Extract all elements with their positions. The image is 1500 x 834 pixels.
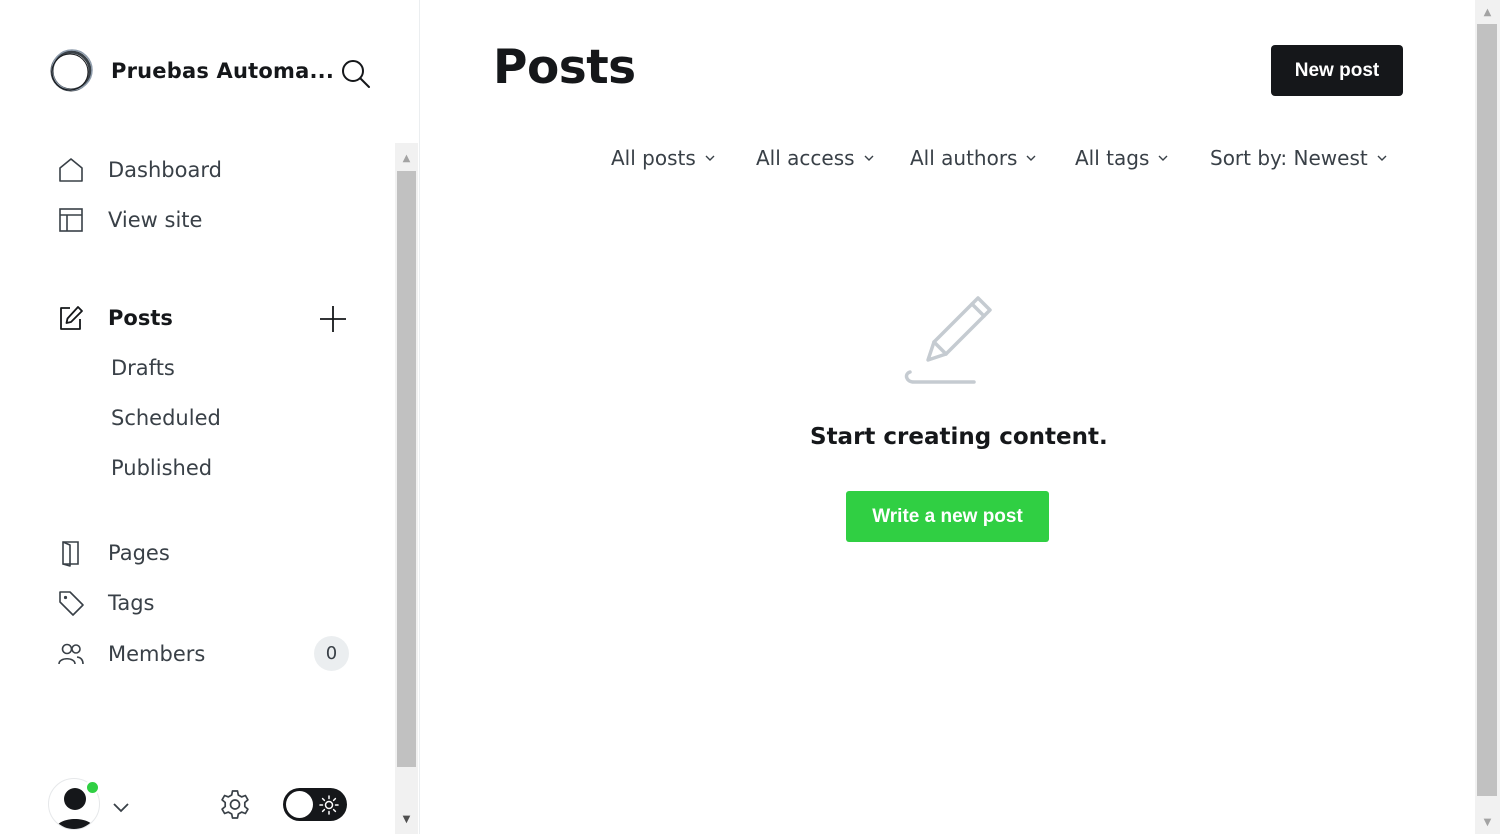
layout-icon	[56, 205, 86, 235]
members-count-badge: 0	[314, 636, 349, 671]
sidebar: Pruebas Automa... Dashboard View site Po…	[0, 0, 420, 834]
sidebar-item-label: Posts	[108, 306, 173, 330]
members-icon	[56, 639, 86, 669]
site-brand[interactable]: Pruebas Automa...	[48, 48, 334, 94]
theme-toggle[interactable]	[283, 788, 347, 821]
filter-access[interactable]: All access	[756, 144, 875, 172]
pencil-icon	[904, 296, 992, 384]
new-post-button[interactable]: New post	[1271, 45, 1403, 96]
chevron-down-icon[interactable]	[110, 796, 132, 818]
sidebar-item-label: Tags	[108, 591, 155, 615]
home-icon	[56, 155, 86, 185]
empty-state-message: Start creating content.	[810, 424, 1108, 450]
filter-label: Sort by: Newest	[1210, 146, 1368, 170]
window-scrollbar[interactable]: ▲ ▼	[1475, 0, 1500, 834]
filter-label: All posts	[611, 146, 696, 170]
sidebar-item-published[interactable]: Published	[111, 456, 212, 480]
sidebar-item-label: Members	[108, 642, 206, 666]
online-status-dot	[85, 780, 100, 795]
scroll-down-arrow-icon[interactable]: ▼	[395, 808, 418, 830]
sun-icon	[319, 795, 339, 815]
filter-label: All access	[756, 146, 855, 170]
scroll-down-arrow-icon[interactable]: ▼	[1475, 812, 1500, 832]
filter-authors[interactable]: All authors	[910, 144, 1037, 172]
filter-tags[interactable]: All tags	[1075, 144, 1169, 172]
sidebar-item-members[interactable]: Members	[56, 636, 205, 672]
filter-label: All tags	[1075, 146, 1150, 170]
sidebar-scrollbar[interactable]: ▲ ▼	[395, 143, 418, 834]
chevron-down-icon	[1158, 155, 1168, 161]
sidebar-item-label: View site	[108, 208, 203, 232]
gear-icon[interactable]	[218, 788, 252, 822]
tag-icon	[56, 588, 86, 618]
plus-icon[interactable]	[318, 304, 348, 334]
scroll-up-arrow-icon[interactable]: ▲	[395, 147, 418, 169]
site-title: Pruebas Automa...	[111, 59, 335, 83]
write-new-post-button[interactable]: Write a new post	[846, 491, 1049, 542]
sidebar-item-drafts[interactable]: Drafts	[111, 356, 175, 380]
page-icon	[56, 538, 86, 568]
filter-post-type[interactable]: All posts	[611, 144, 716, 172]
sidebar-item-posts[interactable]: Posts	[56, 300, 173, 336]
sidebar-item-scheduled[interactable]: Scheduled	[111, 406, 221, 430]
chevron-down-icon	[1026, 155, 1036, 161]
sidebar-item-label: Dashboard	[108, 158, 222, 182]
sidebar-item-dashboard[interactable]: Dashboard	[56, 152, 222, 188]
scrollbar-thumb[interactable]	[1477, 24, 1497, 796]
edit-icon	[56, 303, 86, 333]
filter-sort[interactable]: Sort by: Newest	[1210, 144, 1388, 172]
sidebar-item-label: Pages	[108, 541, 170, 565]
chevron-down-icon	[864, 155, 874, 161]
sidebar-item-view-site[interactable]: View site	[56, 202, 202, 238]
filter-label: All authors	[910, 146, 1018, 170]
scrollbar-thumb[interactable]	[397, 171, 416, 767]
site-logo-icon	[50, 49, 93, 92]
toggle-knob	[286, 791, 313, 818]
search-icon[interactable]	[338, 56, 372, 90]
sidebar-item-tags[interactable]: Tags	[56, 585, 155, 621]
scroll-up-arrow-icon[interactable]: ▲	[1475, 2, 1500, 22]
page-title: Posts	[493, 40, 636, 95]
chevron-down-icon	[705, 155, 715, 161]
sidebar-item-pages[interactable]: Pages	[56, 535, 170, 571]
chevron-down-icon	[1377, 155, 1387, 161]
